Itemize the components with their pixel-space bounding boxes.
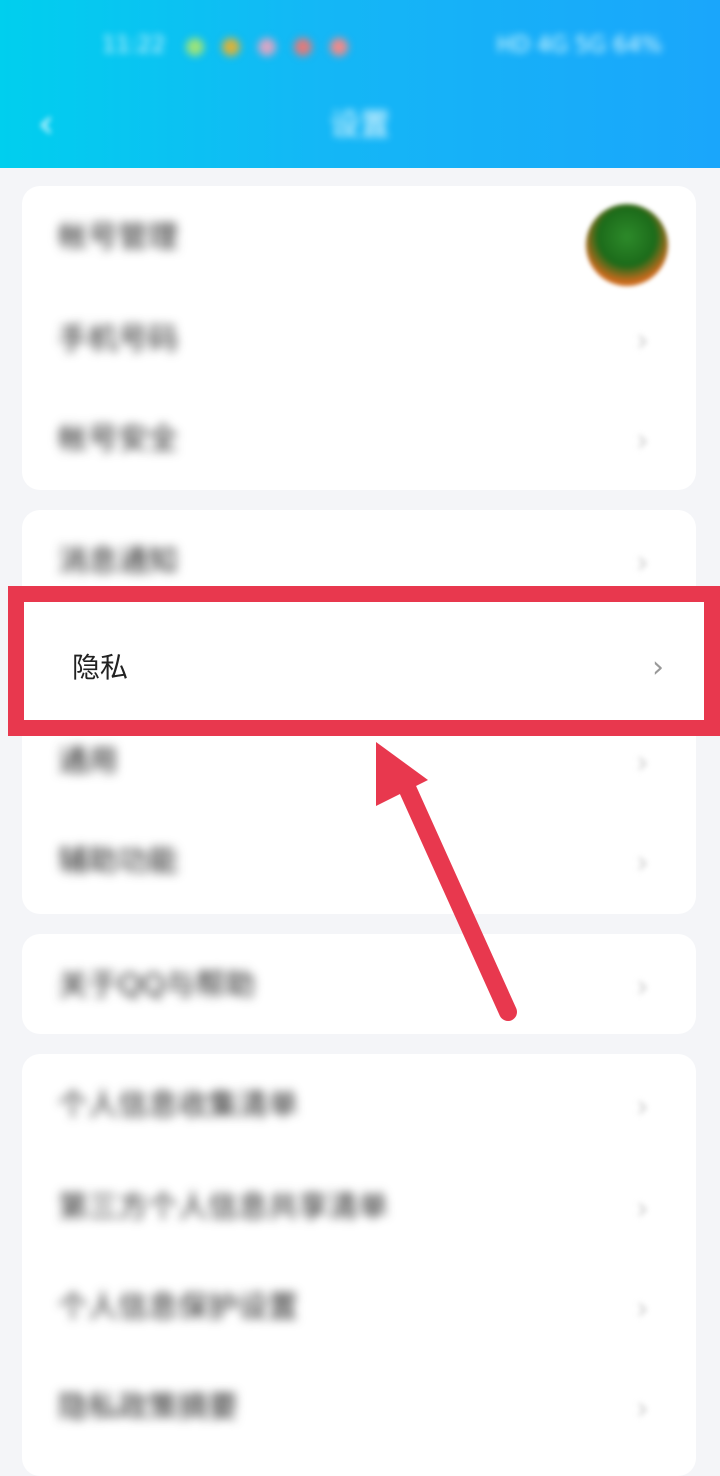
annotation-arrow-icon	[376, 742, 517, 1021]
